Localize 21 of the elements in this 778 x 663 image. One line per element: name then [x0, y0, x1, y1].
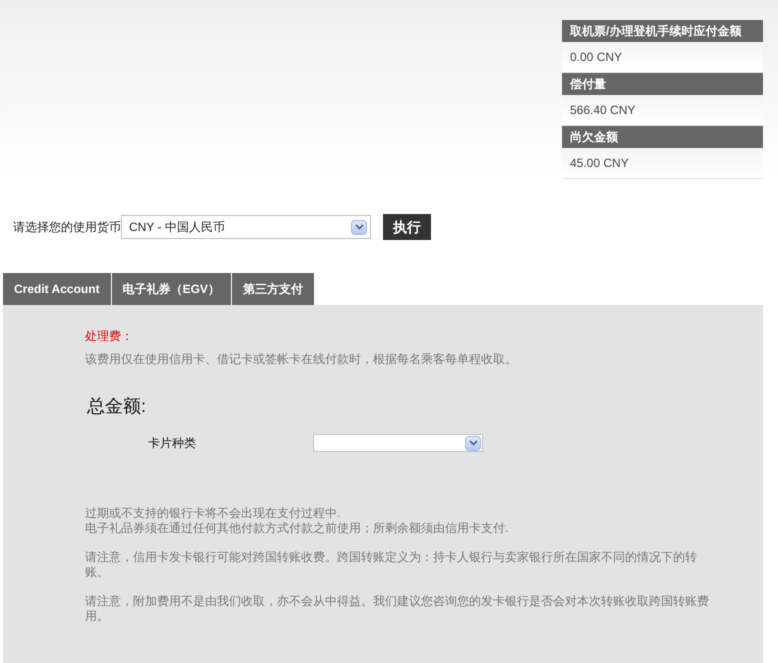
note-text: 电子礼品券须在通过任何其他付款方式付款之前使用；所剩余额须由信用卡支付.	[85, 521, 510, 536]
summary-value: 566.40 CNY	[562, 95, 763, 126]
summary-heading: 取机票/办理登机手续时应付金额	[562, 20, 763, 42]
summary-heading: 尚欠金额	[562, 126, 763, 148]
dropdown-arrow-icon[interactable]	[351, 220, 367, 234]
currency-label: 请选择您的使用货币	[13, 219, 121, 236]
payment-tab[interactable]: Credit Account	[3, 273, 111, 305]
total-title: 总金额:	[86, 395, 148, 418]
fee-title: 处理费：	[85, 328, 134, 345]
summary-value: 45.00 CNY	[562, 148, 763, 179]
summary-heading: 偿付量	[562, 73, 763, 95]
note-text: 请注意，附加费用不是由我们收取，亦不会从中得益。我们建议您咨询您的发卡银行是否会对本次转账收取跨国转账费用。	[85, 594, 710, 624]
fee-description: 该费用仅在使用信用卡、借记卡或签帐卡在线付款时，根据每名乘客每单程收取。	[85, 351, 518, 368]
execute-button[interactable]: 执行	[383, 214, 431, 240]
card-type-label: 卡片种类	[148, 435, 197, 452]
currency-select[interactable]: CNY - 中国人民币	[121, 215, 371, 239]
payment-tab[interactable]: 第三方支付	[232, 273, 314, 305]
note-text: 过期或不支持的银行卡将不会出现在支付过程中.	[85, 506, 342, 521]
dropdown-arrow-icon[interactable]	[465, 436, 481, 450]
note-text: 请注意，信用卡发卡银行可能对跨国转账收费。跨国转账定义为：持卡人银行与卖家银行所在国家不同的情况下的转账。	[85, 550, 698, 580]
payment-tab[interactable]: 电子礼券（EGV）	[112, 273, 231, 305]
